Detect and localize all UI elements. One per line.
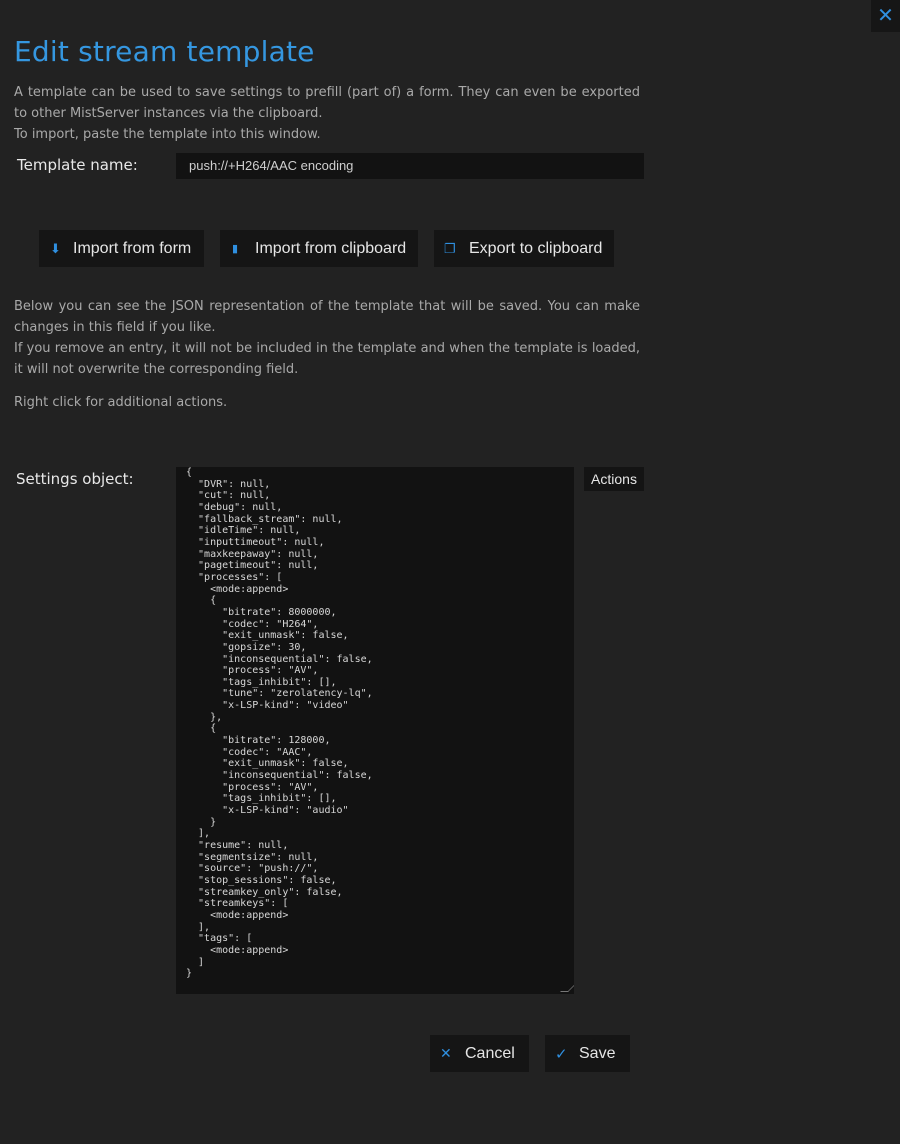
close-button[interactable]: ✕ <box>871 0 900 32</box>
download-icon: ⬇ <box>50 240 61 256</box>
template-name-label: Template name: <box>17 156 138 174</box>
export-to-clipboard-button[interactable]: ❐ Export to clipboard <box>434 230 614 267</box>
page-title: Edit stream template <box>14 35 315 68</box>
copy-icon: ❐ <box>444 240 456 256</box>
import-from-form-button[interactable]: ⬇ Import from form <box>39 230 204 267</box>
intro-line-1: A template can be used to save settings … <box>14 85 640 121</box>
right-click-hint: Right click for additional actions. <box>14 395 228 410</box>
resize-handle-icon[interactable] <box>560 984 574 992</box>
export-to-clipboard-label: Export to clipboard <box>469 239 603 257</box>
close-icon: ✕ <box>877 3 894 27</box>
actions-button[interactable]: Actions <box>584 467 644 491</box>
settings-object-label: Settings object: <box>16 470 134 488</box>
import-from-form-label: Import from form <box>73 239 192 257</box>
template-name-input[interactable] <box>176 153 644 179</box>
import-from-clipboard-button[interactable]: ▮ Import from clipboard <box>220 230 418 267</box>
cancel-label: Cancel <box>465 1044 515 1062</box>
json-description-line-2: If you remove an entry, it will not be i… <box>14 341 640 377</box>
save-button[interactable]: ✓ Save <box>545 1035 630 1072</box>
cancel-button[interactable]: ✕ Cancel <box>430 1035 529 1072</box>
cancel-icon: ✕ <box>440 1045 452 1061</box>
clipboard-icon: ▮ <box>232 243 239 255</box>
intro-text: A template can be used to save settings … <box>14 82 640 145</box>
settings-json-editor[interactable]: { "DVR": null, "cut": null, "debug": nul… <box>176 467 574 994</box>
json-description-line-1: Below you can see the JSON representatio… <box>14 299 640 335</box>
intro-line-2: To import, paste the template into this … <box>14 127 321 142</box>
import-from-clipboard-label: Import from clipboard <box>255 239 407 257</box>
save-label: Save <box>579 1044 616 1062</box>
json-description: Below you can see the JSON representatio… <box>14 296 640 380</box>
settings-json-text[interactable]: { "DVR": null, "cut": null, "debug": nul… <box>176 467 574 980</box>
checkmark-icon: ✓ <box>555 1045 568 1063</box>
